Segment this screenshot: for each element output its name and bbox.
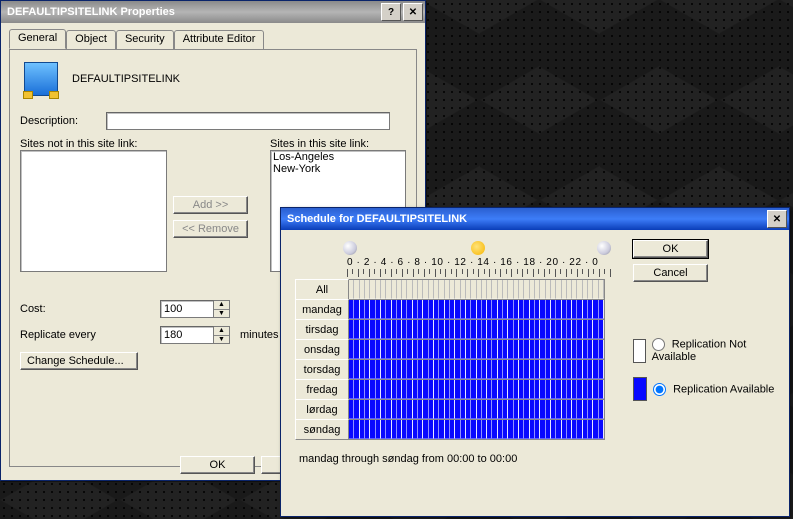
list-item[interactable]: New-York (271, 163, 405, 175)
day-button[interactable]: lørdag (295, 399, 349, 420)
schedule-ok-button[interactable]: OK (633, 240, 708, 258)
legend-swatch-not-available (633, 339, 646, 363)
sites-not-in-list[interactable] (20, 150, 167, 272)
cost-spinner[interactable]: ▲▼ (160, 300, 230, 318)
schedule-titlebar[interactable]: Schedule for DEFAULTIPSITELINK ✕ (281, 208, 789, 230)
axis-ticks (347, 269, 615, 277)
change-schedule-button[interactable]: Change Schedule... (20, 352, 138, 370)
day-button[interactable]: mandag (295, 299, 349, 320)
hour-axis: 0 · 2 · 4 · 6 · 8 · 10 · 12 · 14 · 16 · … (347, 257, 598, 268)
replicate-down-icon[interactable]: ▼ (214, 336, 229, 344)
description-input[interactable] (106, 112, 390, 130)
schedule-title: Schedule for DEFAULTIPSITELINK (287, 213, 467, 225)
properties-titlebar[interactable]: DEFAULTIPSITELINK Properties ? ✕ (1, 1, 425, 23)
tab-attribute-editor[interactable]: Attribute Editor (174, 30, 265, 50)
replicate-unit: minutes (240, 329, 279, 341)
sites-in-label: Sites in this site link: (270, 138, 406, 150)
legend-not-available[interactable]: Replication Not Available (652, 338, 777, 363)
cost-label: Cost: (20, 303, 160, 315)
sun-icon (471, 241, 485, 255)
legend-swatch-available (633, 377, 647, 401)
properties-title: DEFAULTIPSITELINK Properties (7, 6, 175, 18)
remove-button[interactable]: << Remove (173, 220, 248, 238)
help-button[interactable]: ? (381, 3, 401, 21)
sites-not-in-label: Sites not in this site link: (20, 138, 167, 150)
radio-available[interactable] (653, 383, 666, 396)
day-button[interactable]: fredag (295, 379, 349, 400)
object-name: DEFAULTIPSITELINK (72, 73, 180, 85)
all-days-button[interactable]: All (295, 279, 349, 300)
tab-general[interactable]: General (9, 29, 66, 49)
day-button[interactable]: søndag (295, 419, 349, 440)
cost-up-icon[interactable]: ▲ (214, 301, 229, 310)
radio-not-available[interactable] (652, 338, 665, 351)
description-label: Description: (20, 115, 106, 127)
replicate-spinner[interactable]: ▲▼ (160, 326, 230, 344)
schedule-window: Schedule for DEFAULTIPSITELINK ✕ 0 · 2 ·… (280, 207, 790, 517)
schedule-cancel-button[interactable]: Cancel (633, 264, 708, 282)
ok-button[interactable]: OK (180, 456, 255, 474)
close-button[interactable]: ✕ (403, 3, 423, 21)
moon-icon-2 (597, 241, 611, 255)
replicate-input[interactable] (160, 326, 214, 344)
list-item[interactable]: Los-Angeles (271, 151, 405, 163)
day-button[interactable]: torsdag (295, 359, 349, 380)
tab-security[interactable]: Security (116, 30, 174, 50)
day-button[interactable]: tirsdag (295, 319, 349, 340)
schedule-grid[interactable] (349, 279, 605, 439)
cost-input[interactable] (160, 300, 214, 318)
moon-icon (343, 241, 357, 255)
tab-object[interactable]: Object (66, 30, 116, 50)
schedule-status: mandag through søndag from 00:00 to 00:0… (299, 453, 615, 465)
tab-strip: General Object Security Attribute Editor (1, 23, 425, 49)
replicate-up-icon[interactable]: ▲ (214, 327, 229, 336)
replicate-label: Replicate every (20, 329, 160, 341)
day-button[interactable]: onsdag (295, 339, 349, 360)
schedule-close-button[interactable]: ✕ (767, 210, 787, 228)
add-button[interactable]: Add >> (173, 196, 248, 214)
cost-down-icon[interactable]: ▼ (214, 310, 229, 318)
sitelink-icon (24, 62, 58, 96)
legend-available[interactable]: Replication Available (653, 383, 774, 396)
